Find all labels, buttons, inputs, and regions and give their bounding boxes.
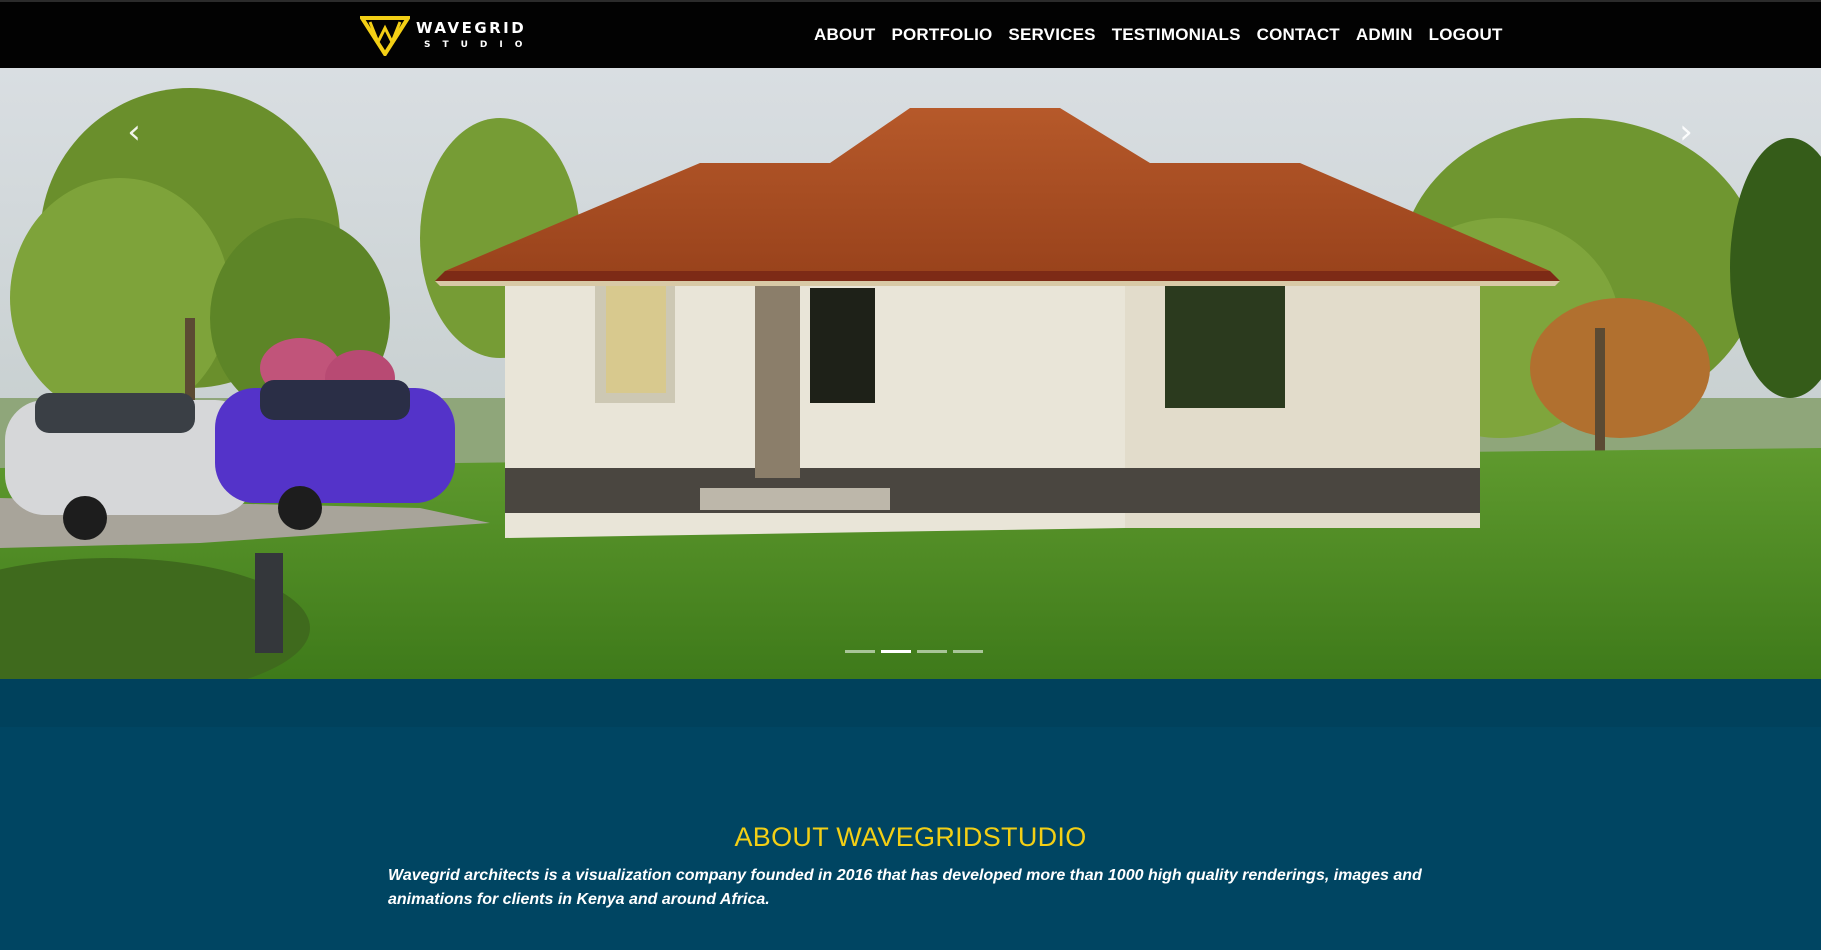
about-description: Wavegrid architects is a visualization c… <box>388 867 1422 908</box>
brand-subtitle: STUDIO <box>424 40 535 50</box>
chevron-left-icon: ‹ <box>127 112 141 152</box>
nav-testimonials[interactable]: TESTIMONIALS <box>1112 25 1241 45</box>
carousel-indicator[interactable] <box>917 650 947 653</box>
carousel-next-button[interactable]: › <box>1672 112 1700 152</box>
about-section: ABOUT WAVEGRIDSTUDIO Wavegrid architects… <box>0 679 1821 950</box>
carousel-prev-button[interactable]: ‹ <box>120 112 148 152</box>
brand-name: WAVEGRID <box>416 19 527 37</box>
top-navbar: WAVEGRID STUDIO ABOUT PORTFOLIO SERVICES… <box>0 0 1821 68</box>
brand-logo[interactable]: WAVEGRID STUDIO <box>360 14 534 58</box>
wg-triangle-logo-icon <box>360 16 410 56</box>
chevron-right-icon: › <box>1679 112 1693 152</box>
carousel-indicator-active[interactable] <box>881 650 911 653</box>
hero-carousel: ‹ › <box>0 68 1821 679</box>
carousel-indicator[interactable] <box>845 650 875 653</box>
nav-services[interactable]: SERVICES <box>1008 25 1095 45</box>
nav-about[interactable]: ABOUT <box>814 25 875 45</box>
about-section-band <box>0 679 1821 727</box>
main-nav: ABOUT PORTFOLIO SERVICES TESTIMONIALS CO… <box>806 2 1511 68</box>
about-title: ABOUT WAVEGRIDSTUDIO <box>734 822 1087 852</box>
house-rendering-image <box>0 68 1821 679</box>
nav-logout[interactable]: LOGOUT <box>1429 25 1503 45</box>
nav-portfolio[interactable]: PORTFOLIO <box>891 25 992 45</box>
carousel-indicator[interactable] <box>953 650 983 653</box>
carousel-indicators <box>842 650 986 653</box>
nav-contact[interactable]: CONTACT <box>1257 25 1340 45</box>
nav-admin[interactable]: ADMIN <box>1356 25 1413 45</box>
